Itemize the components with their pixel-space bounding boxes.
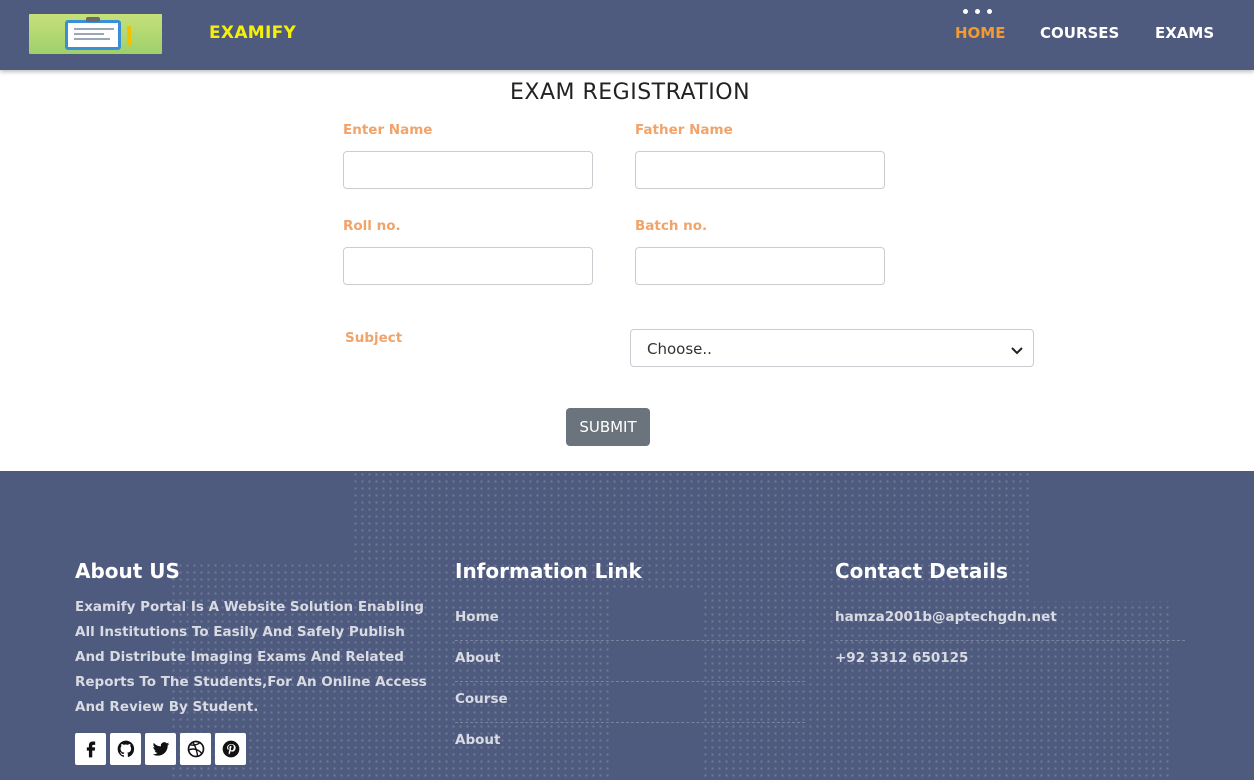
footer-link-about[interactable]: About bbox=[455, 641, 805, 682]
github-icon[interactable] bbox=[110, 733, 141, 765]
nav-courses[interactable]: COURSES bbox=[1040, 24, 1119, 42]
subject-select[interactable]: Choose.. bbox=[630, 329, 1034, 367]
facebook-icon[interactable] bbox=[75, 733, 106, 765]
father-name-input[interactable] bbox=[635, 151, 885, 189]
name-input[interactable] bbox=[343, 151, 593, 189]
contact-email[interactable]: hamza2001b@aptechgdn.net bbox=[835, 600, 1185, 641]
contact-heading: Contact Details bbox=[835, 559, 1008, 583]
footer: About US Examify Portal Is A Website Sol… bbox=[0, 471, 1254, 780]
about-text: Examify Portal Is A Website Solution Ena… bbox=[75, 599, 427, 715]
father-name-label: Father Name bbox=[635, 122, 733, 138]
contact-phone[interactable]: +92 3312 650125 bbox=[835, 641, 1185, 682]
batch-no-label: Batch no. bbox=[635, 218, 708, 234]
chevron-down-icon bbox=[1011, 347, 1023, 355]
info-heading: Information Link bbox=[455, 559, 642, 583]
roll-no-label: Roll no. bbox=[343, 218, 401, 234]
batch-no-input[interactable] bbox=[635, 247, 885, 285]
subject-label: Subject bbox=[345, 330, 403, 346]
dribbble-icon[interactable] bbox=[180, 733, 211, 765]
clipboard-icon bbox=[65, 17, 121, 50]
about-heading: About US bbox=[75, 559, 180, 583]
active-dots-indicator bbox=[963, 9, 992, 14]
footer-link-about-2[interactable]: About bbox=[455, 723, 805, 764]
page-title: EXAM REGISTRATION bbox=[509, 80, 751, 105]
name-label: Enter Name bbox=[343, 122, 433, 138]
roll-no-input[interactable] bbox=[343, 247, 593, 285]
nav-home[interactable]: HOME bbox=[955, 24, 1005, 42]
footer-link-home[interactable]: Home bbox=[455, 600, 805, 641]
twitter-icon[interactable] bbox=[145, 733, 176, 765]
footer-link-course[interactable]: Course bbox=[455, 682, 805, 723]
nav-exams[interactable]: EXAMS bbox=[1155, 24, 1214, 42]
pinterest-icon[interactable] bbox=[215, 733, 246, 765]
pencil-icon bbox=[127, 26, 131, 46]
logo[interactable] bbox=[29, 14, 162, 54]
navbar: EXAMIFY HOME COURSES EXAMS bbox=[0, 0, 1254, 70]
social-links bbox=[75, 733, 246, 765]
brand-name[interactable]: EXAMIFY bbox=[209, 23, 296, 43]
submit-button[interactable]: SUBMIT bbox=[566, 408, 650, 446]
subject-select-value: Choose.. bbox=[647, 340, 712, 358]
